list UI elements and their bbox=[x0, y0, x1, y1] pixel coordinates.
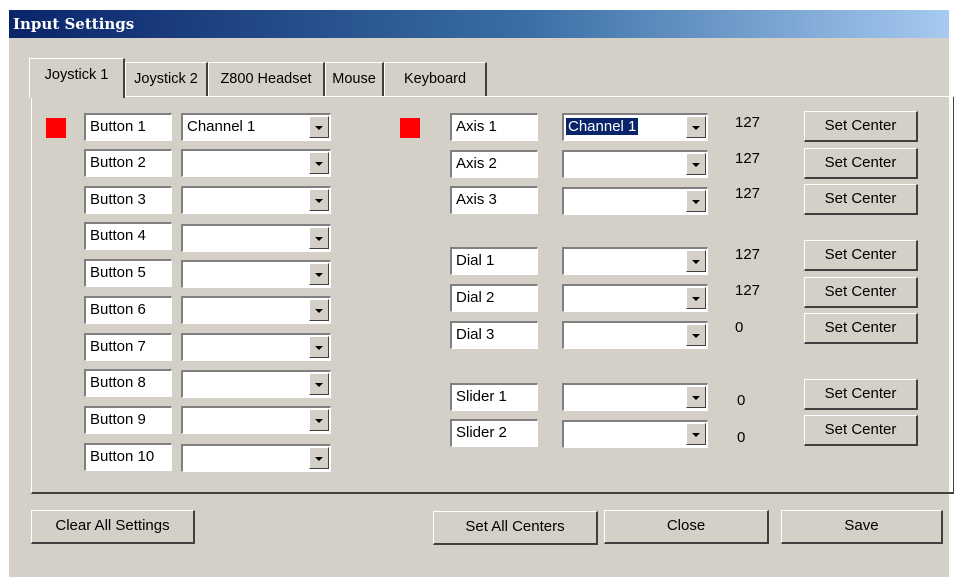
chevron-down-icon[interactable] bbox=[309, 373, 329, 395]
axis-3-value: 127 bbox=[735, 185, 761, 202]
chevron-down-icon[interactable] bbox=[309, 116, 329, 138]
button-3-channel-select[interactable] bbox=[181, 186, 331, 214]
slider-2-set-center-button[interactable]: Set Center bbox=[804, 415, 918, 446]
chevron-down-icon[interactable] bbox=[686, 153, 706, 175]
chevron-down-icon[interactable] bbox=[686, 287, 706, 309]
chevron-down-icon[interactable] bbox=[309, 336, 329, 358]
axis-3-set-center-button[interactable]: Set Center bbox=[804, 184, 918, 215]
dial-3-name-field[interactable]: Dial 3 bbox=[450, 321, 538, 349]
button-1-active-indicator bbox=[46, 118, 66, 138]
button-7-name-field[interactable]: Button 7 bbox=[84, 333, 172, 361]
axis-1-channel-select[interactable]: Channel 1 bbox=[562, 113, 708, 141]
button-9-name-field[interactable]: Button 9 bbox=[84, 406, 172, 434]
axis-1-set-center-button[interactable]: Set Center bbox=[804, 111, 918, 142]
button-5-name-field[interactable]: Button 5 bbox=[84, 259, 172, 287]
button-1-channel-select[interactable]: Channel 1 bbox=[181, 113, 331, 141]
dial-2-name-field[interactable]: Dial 2 bbox=[450, 284, 538, 312]
slider-2-name-field[interactable]: Slider 2 bbox=[450, 419, 538, 447]
axis-2-set-center-button[interactable]: Set Center bbox=[804, 148, 918, 179]
button-2-channel-select[interactable] bbox=[181, 149, 331, 177]
chevron-down-icon[interactable] bbox=[686, 116, 706, 138]
axis-2-channel-select[interactable] bbox=[562, 150, 708, 178]
axis-3-name-field[interactable]: Axis 3 bbox=[450, 186, 538, 214]
input-settings-window: Input Settings Joystick 1 Joystick 2 Z80… bbox=[8, 10, 954, 577]
button-10-name-field[interactable]: Button 10 bbox=[84, 443, 172, 471]
close-button[interactable]: Close bbox=[604, 510, 769, 544]
button-1-channel-value: Channel 1 bbox=[187, 118, 256, 135]
axis-1-active-indicator bbox=[400, 118, 420, 138]
tab-keyboard[interactable]: Keyboard bbox=[384, 62, 487, 96]
chevron-down-icon[interactable] bbox=[686, 386, 706, 408]
chevron-down-icon[interactable] bbox=[686, 324, 706, 346]
chevron-down-icon[interactable] bbox=[309, 227, 329, 249]
button-10-channel-select[interactable] bbox=[181, 444, 331, 472]
chevron-down-icon[interactable] bbox=[686, 423, 706, 445]
chevron-down-icon[interactable] bbox=[309, 447, 329, 469]
axis-2-value: 127 bbox=[735, 150, 761, 167]
button-9-channel-select[interactable] bbox=[181, 406, 331, 434]
dial-3-set-center-button[interactable]: Set Center bbox=[804, 313, 918, 344]
tab-z800-headset[interactable]: Z800 Headset bbox=[208, 62, 325, 96]
button-3-name-field[interactable]: Button 3 bbox=[84, 186, 172, 214]
slider-1-name-field[interactable]: Slider 1 bbox=[450, 383, 538, 411]
slider-1-value: 0 bbox=[737, 392, 746, 409]
slider-2-value: 0 bbox=[737, 429, 746, 446]
chevron-down-icon[interactable] bbox=[309, 263, 329, 285]
joystick-1-panel: Button 1 Channel 1 Button 2 Button 3 But… bbox=[31, 96, 954, 494]
chevron-down-icon[interactable] bbox=[309, 189, 329, 211]
title-bar[interactable]: Input Settings bbox=[9, 10, 949, 38]
axis-1-channel-value: Channel 1 bbox=[566, 118, 639, 135]
axis-2-name-field[interactable]: Axis 2 bbox=[450, 150, 538, 178]
chevron-down-icon[interactable] bbox=[686, 190, 706, 212]
tab-mouse[interactable]: Mouse bbox=[325, 62, 384, 96]
set-all-centers-button[interactable]: Set All Centers bbox=[433, 511, 598, 545]
slider-1-set-center-button[interactable]: Set Center bbox=[804, 379, 918, 410]
clear-all-settings-button[interactable]: Clear All Settings bbox=[31, 510, 195, 544]
dial-2-set-center-button[interactable]: Set Center bbox=[804, 277, 918, 308]
button-6-channel-select[interactable] bbox=[181, 296, 331, 324]
chevron-down-icon[interactable] bbox=[309, 409, 329, 431]
dial-1-channel-select[interactable] bbox=[562, 247, 708, 275]
save-button[interactable]: Save bbox=[781, 510, 943, 544]
button-8-channel-select[interactable] bbox=[181, 370, 331, 398]
axis-3-channel-select[interactable] bbox=[562, 187, 708, 215]
axis-1-value: 127 bbox=[735, 114, 761, 131]
chevron-down-icon[interactable] bbox=[309, 299, 329, 321]
dial-2-channel-select[interactable] bbox=[562, 284, 708, 312]
tab-joystick-1[interactable]: Joystick 1 bbox=[29, 58, 125, 98]
dial-3-channel-select[interactable] bbox=[562, 321, 708, 349]
window-title: Input Settings bbox=[13, 15, 135, 33]
button-1-name-field[interactable]: Button 1 bbox=[84, 113, 172, 141]
dial-3-value: 0 bbox=[735, 319, 744, 336]
button-4-name-field[interactable]: Button 4 bbox=[84, 222, 172, 250]
axis-1-name-field[interactable]: Axis 1 bbox=[450, 113, 538, 141]
button-2-name-field[interactable]: Button 2 bbox=[84, 149, 172, 177]
button-5-channel-select[interactable] bbox=[181, 260, 331, 288]
dial-1-set-center-button[interactable]: Set Center bbox=[804, 240, 918, 271]
button-7-channel-select[interactable] bbox=[181, 333, 331, 361]
chevron-down-icon[interactable] bbox=[309, 152, 329, 174]
dial-1-value: 127 bbox=[735, 246, 761, 263]
tab-joystick-2[interactable]: Joystick 2 bbox=[125, 62, 208, 96]
slider-2-channel-select[interactable] bbox=[562, 420, 708, 448]
button-6-name-field[interactable]: Button 6 bbox=[84, 296, 172, 324]
button-8-name-field[interactable]: Button 8 bbox=[84, 369, 172, 397]
chevron-down-icon[interactable] bbox=[686, 250, 706, 272]
dial-1-name-field[interactable]: Dial 1 bbox=[450, 247, 538, 275]
slider-1-channel-select[interactable] bbox=[562, 383, 708, 411]
dial-2-value: 127 bbox=[735, 282, 761, 299]
button-4-channel-select[interactable] bbox=[181, 224, 331, 252]
